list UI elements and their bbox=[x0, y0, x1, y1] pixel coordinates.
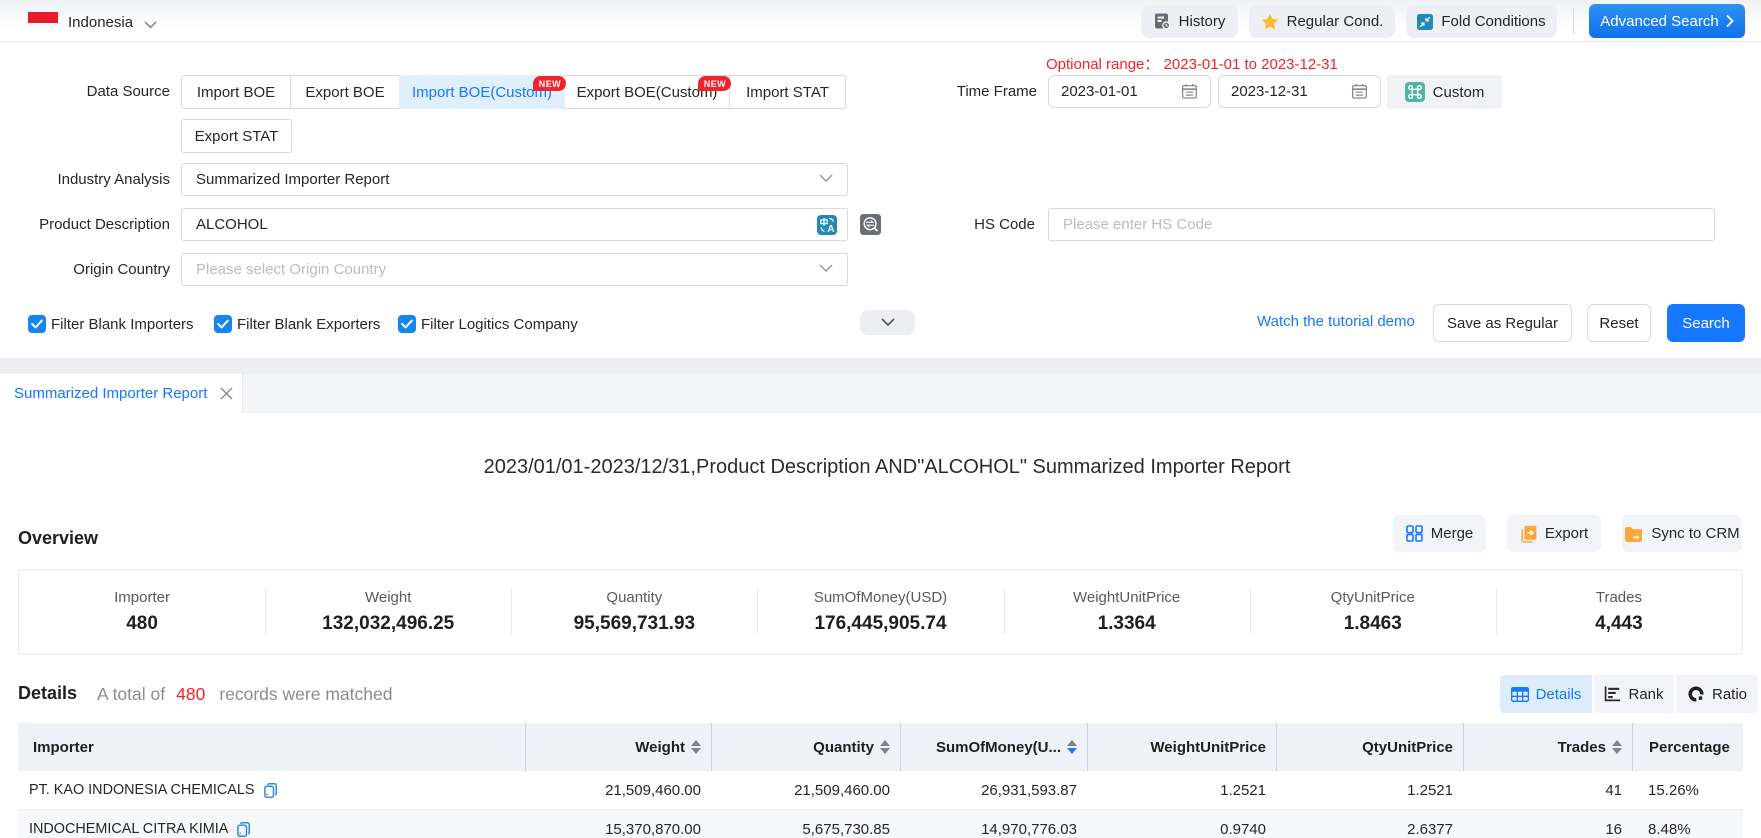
svg-text:A: A bbox=[827, 224, 834, 235]
